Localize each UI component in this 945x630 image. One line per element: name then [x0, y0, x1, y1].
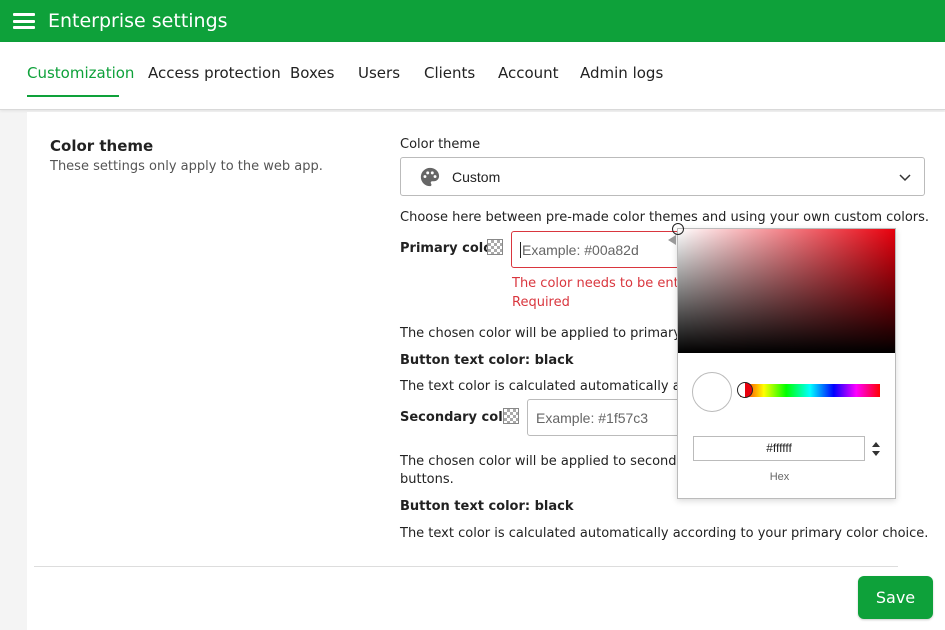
menu-icon[interactable]	[13, 13, 35, 29]
palette-icon	[420, 167, 440, 186]
section-description: These settings only apply to the web app…	[50, 159, 323, 174]
primary-auto-text: The text color is calculated automatical…	[400, 379, 717, 394]
active-tab-indicator	[27, 95, 119, 97]
color-theme-label: Color theme	[400, 137, 481, 152]
app-title: Enterprise settings	[48, 10, 228, 32]
save-button[interactable]: Save	[858, 576, 933, 619]
color-picker-popover: #ffffff Hex	[668, 223, 896, 499]
transparency-swatch-icon[interactable]	[487, 239, 503, 255]
divider	[34, 566, 898, 567]
hue-slider-handle[interactable]	[737, 382, 753, 398]
app-header: Enterprise settings	[0, 0, 945, 42]
color-theme-help: Choose here between pre-made color theme…	[400, 210, 930, 225]
tab-bar: Customization Access protection Boxes Us…	[0, 42, 945, 110]
secondary-color-placeholder: Example: #1f57c3	[536, 409, 649, 426]
mode-toggle-icon[interactable]	[871, 440, 881, 458]
tab-account[interactable]: Account	[498, 64, 559, 82]
section-title: Color theme	[50, 137, 154, 155]
text-cursor	[520, 241, 521, 258]
color-theme-select[interactable]: Custom	[400, 157, 925, 196]
tab-customization[interactable]: Customization	[27, 64, 134, 82]
tab-admin-logs[interactable]: Admin logs	[580, 64, 663, 82]
saturation-handle[interactable]	[672, 223, 684, 235]
secondary-button-text-color: Button text color: black	[400, 499, 574, 514]
transparency-swatch-icon[interactable]	[503, 408, 519, 424]
chevron-down-icon	[899, 174, 911, 182]
secondary-applied-text-continued: buttons.	[400, 472, 454, 487]
primary-color-placeholder: Example: #00a82d	[522, 241, 639, 258]
secondary-applied-text: The chosen color will be applied to seco…	[400, 454, 710, 469]
secondary-color-input[interactable]: Example: #1f57c3	[527, 399, 701, 436]
tab-access-protection[interactable]: Access protection	[148, 64, 281, 82]
saturation-area[interactable]	[672, 223, 895, 353]
tab-clients[interactable]: Clients	[424, 64, 475, 82]
hue-slider[interactable]	[737, 382, 880, 398]
tab-boxes[interactable]: Boxes	[290, 64, 334, 82]
primary-color-format-error: The color needs to be entere	[512, 276, 700, 291]
primary-color-required-error: Required	[512, 295, 570, 310]
popover-arrow	[668, 235, 676, 245]
color-theme-value: Custom	[452, 168, 501, 185]
tab-users[interactable]: Users	[358, 64, 400, 82]
primary-button-text-color: Button text color: black	[400, 353, 574, 368]
color-mode-label: Hex	[769, 471, 790, 483]
secondary-auto-text: The text color is calculated automatical…	[400, 526, 929, 541]
primary-applied-text: The chosen color will be applied to prim…	[400, 326, 712, 341]
hex-input[interactable]: #ffffff	[693, 436, 865, 461]
primary-color-label: Primary color	[400, 241, 499, 256]
color-preview	[692, 372, 732, 412]
secondary-color-label: Secondary color	[400, 410, 518, 425]
